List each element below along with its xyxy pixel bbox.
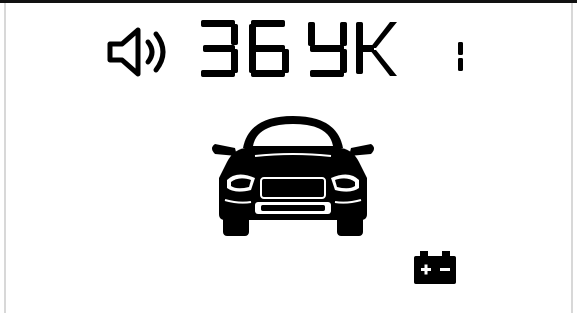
mode-code-display	[308, 22, 397, 77]
lcd-screen: 36 YK 1	[0, 0, 577, 313]
car-front-icon	[212, 116, 374, 236]
battery-icon	[414, 251, 456, 284]
channel-indicator	[458, 42, 463, 71]
top-frame	[0, 0, 577, 3]
right-edge	[571, 3, 573, 313]
speaker-icon	[107, 27, 166, 77]
volume-value-display	[201, 20, 289, 77]
left-edge	[4, 3, 6, 313]
